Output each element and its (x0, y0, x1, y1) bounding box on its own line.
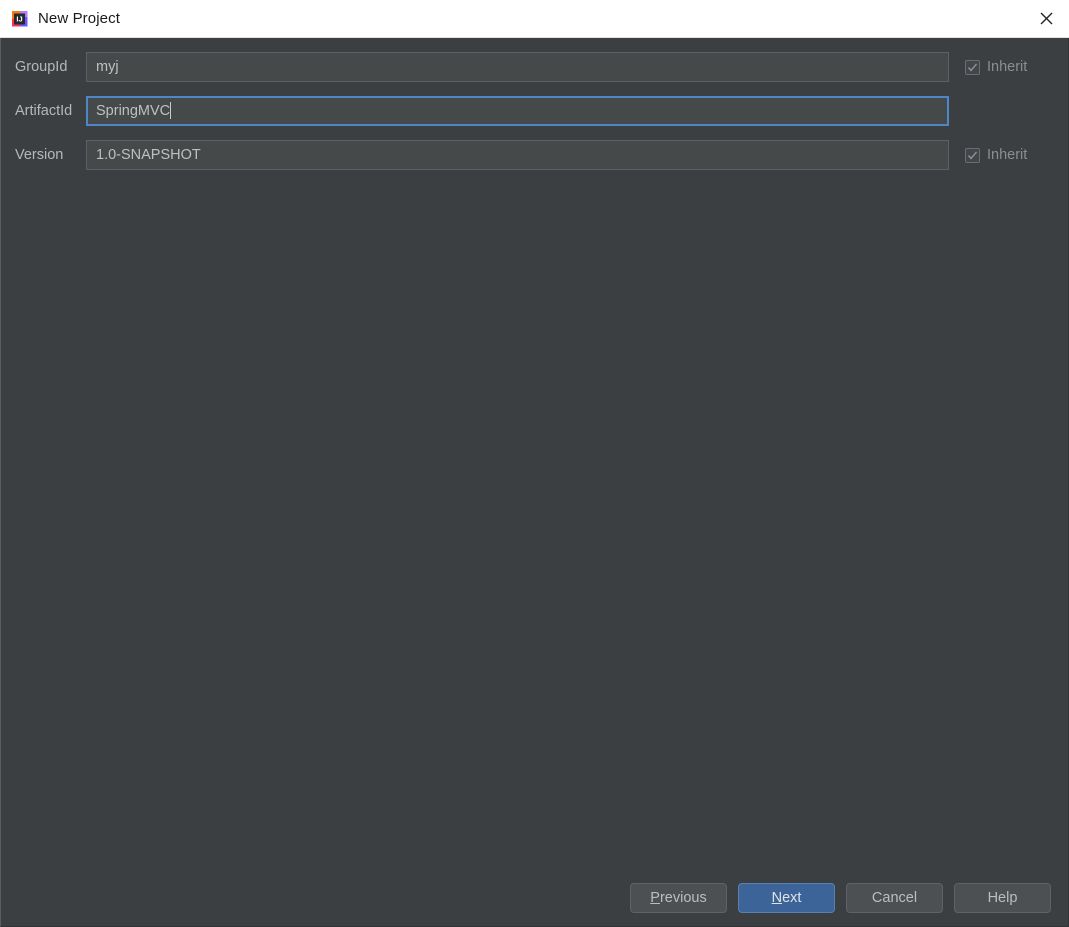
dialog-button-bar: Previous Next Cancel Help (630, 883, 1051, 913)
artifactid-input[interactable] (86, 96, 949, 126)
previous-button-mnemonic: P (650, 890, 660, 906)
version-input[interactable] (86, 140, 949, 170)
titlebar-left-group: IJ New Project (0, 10, 120, 28)
new-project-dialog: IJ New Project GroupId myj Inherit Artif… (0, 0, 1069, 927)
close-icon[interactable] (1023, 0, 1069, 37)
help-button[interactable]: Help (954, 883, 1051, 913)
help-button-label: Help (987, 890, 1018, 906)
artifactid-label: ArtifactId (15, 103, 73, 119)
groupid-field-wrap (86, 52, 949, 82)
version-inherit-label: Inherit (987, 147, 1028, 163)
next-button-label: ext (782, 890, 802, 906)
dialog-content: GroupId Inherit ArtifactId (0, 38, 1069, 927)
version-label: Version (15, 147, 64, 163)
previous-button[interactable]: Previous (630, 883, 727, 913)
version-field-wrap (86, 140, 949, 170)
next-button-mnemonic: N (771, 890, 783, 906)
form-row-version: Version Inherit (1, 140, 1068, 170)
groupid-inherit-checkbox[interactable]: Inherit (949, 59, 1027, 75)
version-inherit-checkbox[interactable]: Inherit (949, 147, 1027, 163)
artifactid-field-wrap (86, 96, 949, 126)
previous-button-label: revious (659, 890, 707, 906)
svg-text:IJ: IJ (16, 14, 22, 23)
form-row-artifactid: ArtifactId (1, 96, 1068, 126)
groupid-input[interactable] (86, 52, 949, 82)
checkmark-icon (965, 59, 980, 75)
maven-coordinates-form: GroupId Inherit ArtifactId (1, 38, 1068, 170)
groupid-label: GroupId (15, 59, 68, 75)
dialog-title: New Project (38, 10, 120, 27)
groupid-inherit-label: Inherit (987, 59, 1028, 75)
cancel-button-label: Cancel (871, 890, 918, 906)
next-button[interactable]: Next (738, 883, 835, 913)
intellij-idea-icon: IJ (11, 10, 29, 28)
cancel-button[interactable]: Cancel (846, 883, 943, 913)
form-row-groupid: GroupId Inherit (1, 52, 1068, 82)
checkmark-icon (965, 147, 980, 163)
dialog-titlebar: IJ New Project (0, 0, 1069, 38)
